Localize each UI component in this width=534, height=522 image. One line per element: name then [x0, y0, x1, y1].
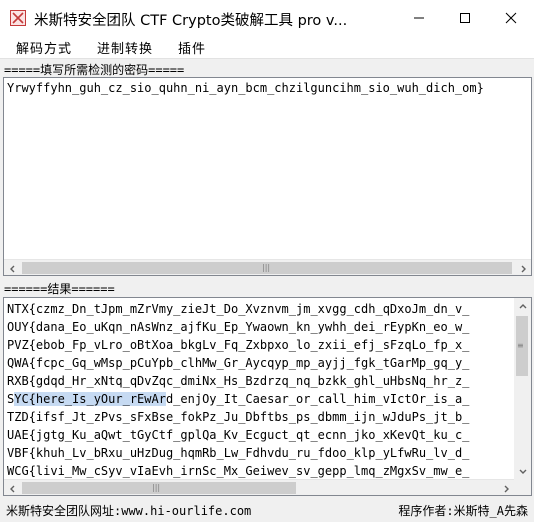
result-text: {ebob_Fp_vLro_oBtXoa_bkgLv_Fq_Zxbpxo_lo_…	[28, 338, 470, 352]
result-text: {fcpc_Gq_wMsp_pCuYpb_clhMw_Gr_Aycqyp_mp_…	[28, 356, 470, 370]
result-line[interactable]: OUY{dana_Eo_uKqn_nAsWnz_ajfKu_Ep_Ywaown_…	[7, 318, 469, 336]
result-text: {gdqd_Hr_xNtq_qDvZqc_dmiNx_Hs_Bzdrzq_nq_…	[28, 374, 470, 388]
maximize-button[interactable]	[442, 0, 488, 36]
result-text: {khuh_Lv_bRxu_uHzDug_hqmRb_Lw_Fdhvdu_ru_…	[28, 446, 470, 460]
menu-plugins[interactable]: 插件	[178, 38, 206, 57]
minimize-button[interactable]	[396, 0, 442, 36]
minimize-icon	[414, 17, 424, 19]
result-line[interactable]: VBF{khuh_Lv_bRxu_uHzDug_hqmRb_Lw_Fdhvdu_…	[7, 444, 469, 462]
result-prefix: QWA	[7, 356, 29, 370]
result-line[interactable]: RXB{gdqd_Hr_xNtq_qDvZqc_dmiNx_Hs_Bzdrzq_…	[7, 372, 469, 390]
results-horizontal-scrollbar[interactable]: |||	[4, 479, 514, 495]
result-prefix: VBF	[7, 446, 29, 460]
app-icon	[10, 10, 26, 26]
window-title: 米斯特安全团队 CTF Crypto类破解工具 pro v...	[34, 13, 348, 29]
cipher-input-area[interactable]: Yrwyffyhn_guh_cz_sio_quhn_ni_ayn_bcm_chz…	[3, 77, 532, 276]
scroll-right-button[interactable]	[497, 480, 514, 495]
result-prefix: RXB	[7, 374, 29, 388]
result-text: {jgtg_Ku_aQwt_tGyCtf_gplQa_Kv_Ecguct_qt_…	[28, 428, 470, 442]
scroll-down-button[interactable]	[514, 462, 531, 479]
status-author: 程序作者:米斯特_A先森	[398, 504, 528, 518]
chevron-right-icon	[504, 485, 509, 492]
result-line[interactable]: QWA{fcpc_Gq_wMsp_pCuYpb_clhMw_Gr_Aycqyp_…	[7, 354, 469, 372]
result-line[interactable]: PVZ{ebob_Fp_vLro_oBtXoa_bkgLv_Fq_Zxbpxo_…	[7, 336, 469, 354]
close-button[interactable]	[488, 0, 534, 36]
chevron-down-icon	[519, 469, 526, 474]
result-text: {dana_Eo_uKqn_nAsWnz_ajfKu_Ep_Ywaown_kn_…	[28, 320, 470, 334]
result-text: {ifsf_Jt_zPvs_sFxBse_fokPz_Ju_Dbftbs_ps_…	[28, 410, 470, 424]
scroll-left-button[interactable]	[4, 260, 21, 275]
result-prefix: OUY	[7, 320, 29, 334]
result-prefix: WCG	[7, 464, 29, 478]
results-area[interactable]: NTX{czmz_Dn_tJpm_mZrVmy_zieJt_Do_Xvznvm_…	[3, 297, 532, 496]
menu-base-conversion[interactable]: 进制转换	[97, 38, 153, 57]
grip-icon: ≡	[517, 341, 524, 350]
result-text: d_enjOy_It_Caesar_or_call_him_vIctOr_is_…	[165, 392, 470, 406]
cipher-input-text[interactable]: Yrwyffyhn_guh_cz_sio_quhn_ni_ayn_bcm_chz…	[7, 81, 484, 95]
scroll-up-button[interactable]	[514, 298, 531, 315]
result-line[interactable]: NTX{czmz_Dn_tJpm_mZrVmy_zieJt_Do_Xvznvm_…	[7, 300, 469, 318]
chevron-left-icon	[9, 485, 14, 492]
menu-decode-method[interactable]: 解码方式	[16, 38, 72, 57]
result-prefix: PVZ	[7, 338, 29, 352]
result-line[interactable]: WCG{livi_Mw_cSyv_vIaEvh_irnSc_Mx_Geiwev_…	[7, 462, 469, 480]
result-text: {czmz_Dn_tJpm_mZrVmy_zieJt_Do_Xvznvm_jm_…	[28, 302, 470, 316]
status-bar: 米斯特安全团队网址:www.hi-ourlife.com 程序作者:米斯特_A先…	[0, 498, 534, 522]
results-hscroll-thumb[interactable]: |||	[22, 482, 296, 494]
results-vertical-scrollbar[interactable]: ≡	[514, 298, 531, 479]
result-text: {livi_Mw_cSyv_vIaEvh_irnSc_Mx_Geiwev_sv_…	[28, 464, 470, 478]
status-website: 米斯特安全团队网址:www.hi-ourlife.com	[6, 504, 252, 518]
result-selection: YC{here_Is_yOur_rEwAr	[14, 392, 166, 406]
input-section-label: =====填写所需检测的密码=====	[4, 63, 185, 77]
maximize-icon	[460, 13, 470, 23]
grip-icon: |||	[262, 263, 271, 272]
results-vscroll-thumb[interactable]: ≡	[516, 316, 528, 376]
grip-icon: |||	[152, 483, 161, 492]
chevron-up-icon	[519, 303, 526, 308]
result-section-label: ======结果======	[4, 282, 115, 296]
scroll-right-button[interactable]	[514, 260, 531, 275]
chevron-right-icon	[521, 265, 526, 272]
result-prefix: NTX	[7, 302, 29, 316]
close-icon	[505, 12, 517, 24]
result-line-selected[interactable]: SYC{here_Is_yOur_rEwArd_enjOy_It_Caesar_…	[7, 390, 469, 408]
menu-bar: 解码方式 进制转换 插件	[0, 36, 534, 59]
scroll-corner	[514, 479, 531, 495]
chevron-left-icon	[9, 265, 14, 272]
result-line[interactable]: UAE{jgtg_Ku_aQwt_tGyCtf_gplQa_Kv_Ecguct_…	[7, 426, 469, 444]
title-bar: 米斯特安全团队 CTF Crypto类破解工具 pro v...	[0, 0, 534, 36]
result-prefix: TZD	[7, 410, 29, 424]
input-horizontal-scrollbar[interactable]: |||	[4, 259, 531, 275]
input-scroll-thumb[interactable]: |||	[22, 262, 512, 274]
scroll-left-button[interactable]	[4, 480, 21, 495]
result-prefix: UAE	[7, 428, 29, 442]
result-line[interactable]: TZD{ifsf_Jt_zPvs_sFxBse_fokPz_Ju_Dbftbs_…	[7, 408, 469, 426]
